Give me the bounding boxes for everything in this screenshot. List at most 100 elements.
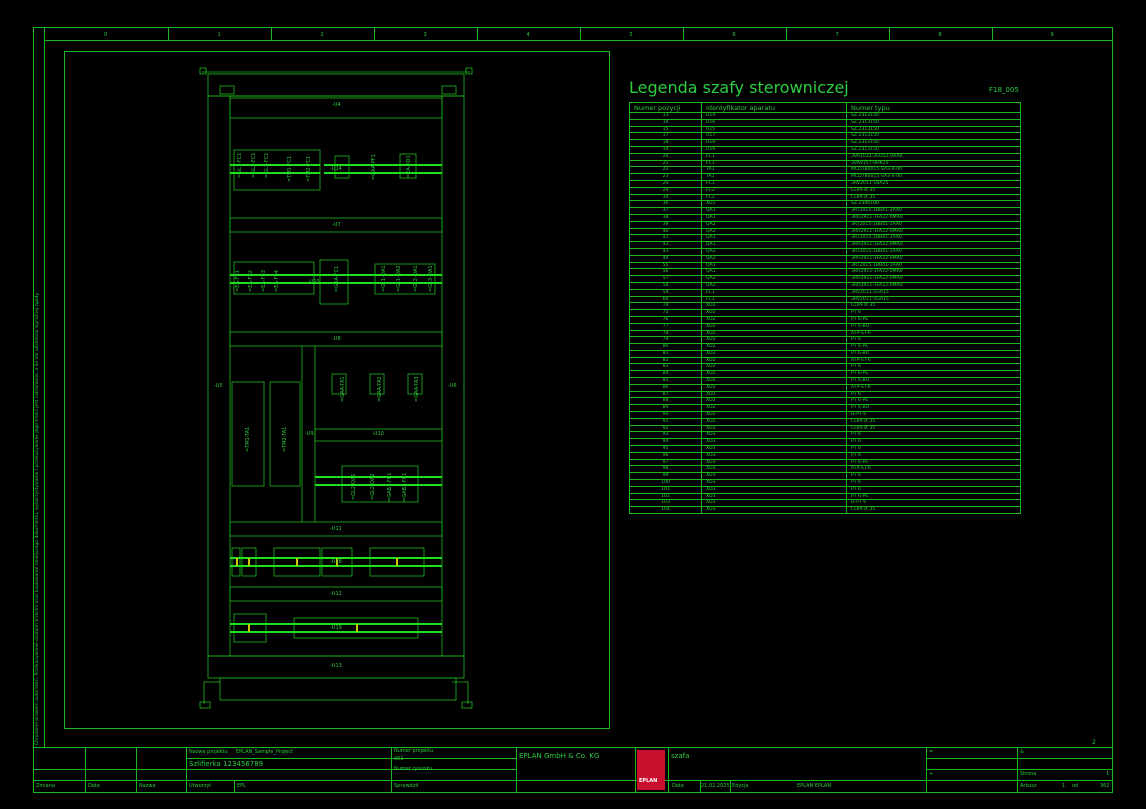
nazwa-label: Nazwa	[139, 783, 156, 789]
data-col-label: Data	[88, 783, 100, 789]
titleblock-col	[730, 780, 731, 793]
rail-label-U5: -U5	[214, 383, 223, 389]
legend-header-id: Identyfikator aparatu	[701, 102, 847, 113]
rail-label-U8: -U8	[332, 336, 341, 342]
legend-pos: 42	[629, 241, 702, 249]
legend-row: 80 XD2 PT 6-PE	[629, 343, 1021, 351]
device-label: =GL3-FC1	[264, 152, 270, 178]
left-margin-line	[44, 27, 45, 747]
legend-type: CLIPFIX 35	[846, 424, 1021, 433]
device-label: =GL2-QA1	[413, 265, 419, 292]
column-label: 2	[320, 32, 324, 38]
legend-row: 91 XD2 CLIPFIX 35	[629, 417, 1021, 426]
plus-sign: +	[929, 771, 934, 777]
legend-row: 79 XD2 PT 6	[629, 336, 1021, 345]
legend-id: QA1	[701, 207, 847, 215]
legend-id: FC2	[701, 186, 847, 195]
legend-id: QA2	[701, 281, 847, 290]
titleblock-row	[926, 769, 1113, 770]
device-label: =GAA-TA1	[340, 376, 346, 402]
legend-row: 94 XD3 PT 6	[629, 438, 1021, 447]
device-label: =GL1-QA2	[396, 265, 402, 292]
legend-pos: 104	[629, 506, 702, 515]
utworzyl-label: Utworzył	[189, 783, 211, 789]
column-divider	[683, 27, 684, 40]
legend-id: FC2	[701, 193, 847, 202]
legend-pos: 43	[629, 247, 702, 256]
legend-pos: 88	[629, 397, 702, 406]
column-divider	[992, 27, 993, 40]
legend-id: XD2	[701, 390, 847, 399]
legend-row: 38 QA1 3RH2911-1FA22-0MA0	[629, 213, 1021, 222]
legend-type: PT 6	[846, 479, 1021, 487]
legend-pos: 81	[629, 349, 702, 358]
legend-pos: 59	[629, 288, 702, 297]
titleblock-col	[516, 747, 517, 793]
transformer-label: =TM1-TA1	[245, 426, 251, 452]
strona-value: 1	[1106, 771, 1110, 777]
legend-pos: 85	[629, 377, 702, 385]
legend-row: 55 QA1 3RT2015-1BB41-1AA0	[629, 261, 1021, 270]
titleblock-col	[926, 747, 927, 793]
legend-pos: 99	[629, 472, 702, 481]
arkusz-label: Arkusz	[1020, 783, 1037, 789]
legend-type: PT 6-PE	[846, 370, 1021, 379]
legend-row: 86 XD2 ATP-ST-6	[629, 383, 1021, 392]
titleblock-col	[186, 747, 187, 793]
legend-id: XD3	[701, 479, 847, 487]
legend-pos: 24	[629, 179, 702, 188]
sprawdzil-label: Sprawdził	[394, 783, 419, 789]
legend-type: CLIPFIX 35	[846, 417, 1021, 426]
legend-type: PT 6	[846, 451, 1021, 460]
legend-row: 93 XD3 PT 6	[629, 431, 1021, 440]
legend-type: PT 6-PE	[846, 397, 1021, 406]
legend-type: SZ.2313150	[846, 125, 1021, 134]
legend-type: MCD780015-SA3-4-00	[846, 166, 1021, 175]
legend-id: U15	[701, 125, 847, 134]
legend-id: XD2	[701, 343, 847, 351]
legend-pos: 102	[629, 492, 702, 501]
logo-text: EPLAN	[639, 778, 658, 784]
legend-id: QA1	[701, 241, 847, 249]
legend-pos: 94	[629, 438, 702, 447]
device-label: =GL1-FC1	[237, 152, 243, 178]
legend-type: CLIPFIX 35	[846, 193, 1021, 202]
legend-pos: 15	[629, 125, 702, 134]
legend-id: XD2	[701, 397, 847, 406]
legend-row: 60 FC1 3RV2011-1GA15	[629, 295, 1021, 304]
titleblock-row	[186, 758, 516, 759]
column-divider	[168, 27, 169, 40]
column-label: 3	[423, 32, 427, 38]
legend-id: QA1	[701, 268, 847, 277]
legend-type: MCD780015-SA3-4-00	[846, 173, 1021, 181]
legend-id: XD2	[701, 315, 847, 324]
legend-table: Numer pozycji Identyfikator aparatu Nume…	[629, 102, 1021, 515]
device-label: =GL2-QA2	[370, 473, 376, 500]
legend-row: 43 QA2 3RT2015-1BB41-1AA0	[629, 247, 1021, 256]
legend-pos: 14	[629, 118, 702, 127]
legend-type: 3VA1032-2ED32-0AA0	[846, 152, 1021, 161]
legend-id: FC1	[701, 295, 847, 304]
legend-id: XD3	[701, 458, 847, 467]
legend-type: 3RH2911-1FA22-0MA0	[846, 268, 1021, 277]
device-label: =GAB1-FC1	[387, 472, 393, 502]
rail-label-U11: -U11	[330, 526, 342, 532]
legend-id: XD3	[701, 438, 847, 447]
legend-pos: 100	[629, 479, 702, 487]
legend-pos: 92	[629, 424, 702, 433]
legend-row: 76 XD2 PT 6-PE	[629, 315, 1021, 324]
legend-id: FC1	[701, 288, 847, 297]
device-label: =EA-XD1	[406, 155, 412, 178]
legend-pos: 22	[629, 166, 702, 175]
date-value: 21.02.2025	[701, 783, 730, 789]
legend-pos: 96	[629, 451, 702, 460]
legend-type: PT 6-BU	[846, 322, 1021, 331]
legend-id: XD3	[701, 472, 847, 481]
legend-type: PT 6	[846, 445, 1021, 453]
rail-label-U19: -U19	[330, 625, 342, 631]
legend-pos: 76	[629, 315, 702, 324]
legend-pos: 97	[629, 458, 702, 467]
legend-id: XD2	[701, 302, 847, 311]
company-name: EPLAN GmbH & Co. KG	[519, 752, 600, 760]
legend-type: 3RH2911-1FA22-0MA0	[846, 213, 1021, 222]
